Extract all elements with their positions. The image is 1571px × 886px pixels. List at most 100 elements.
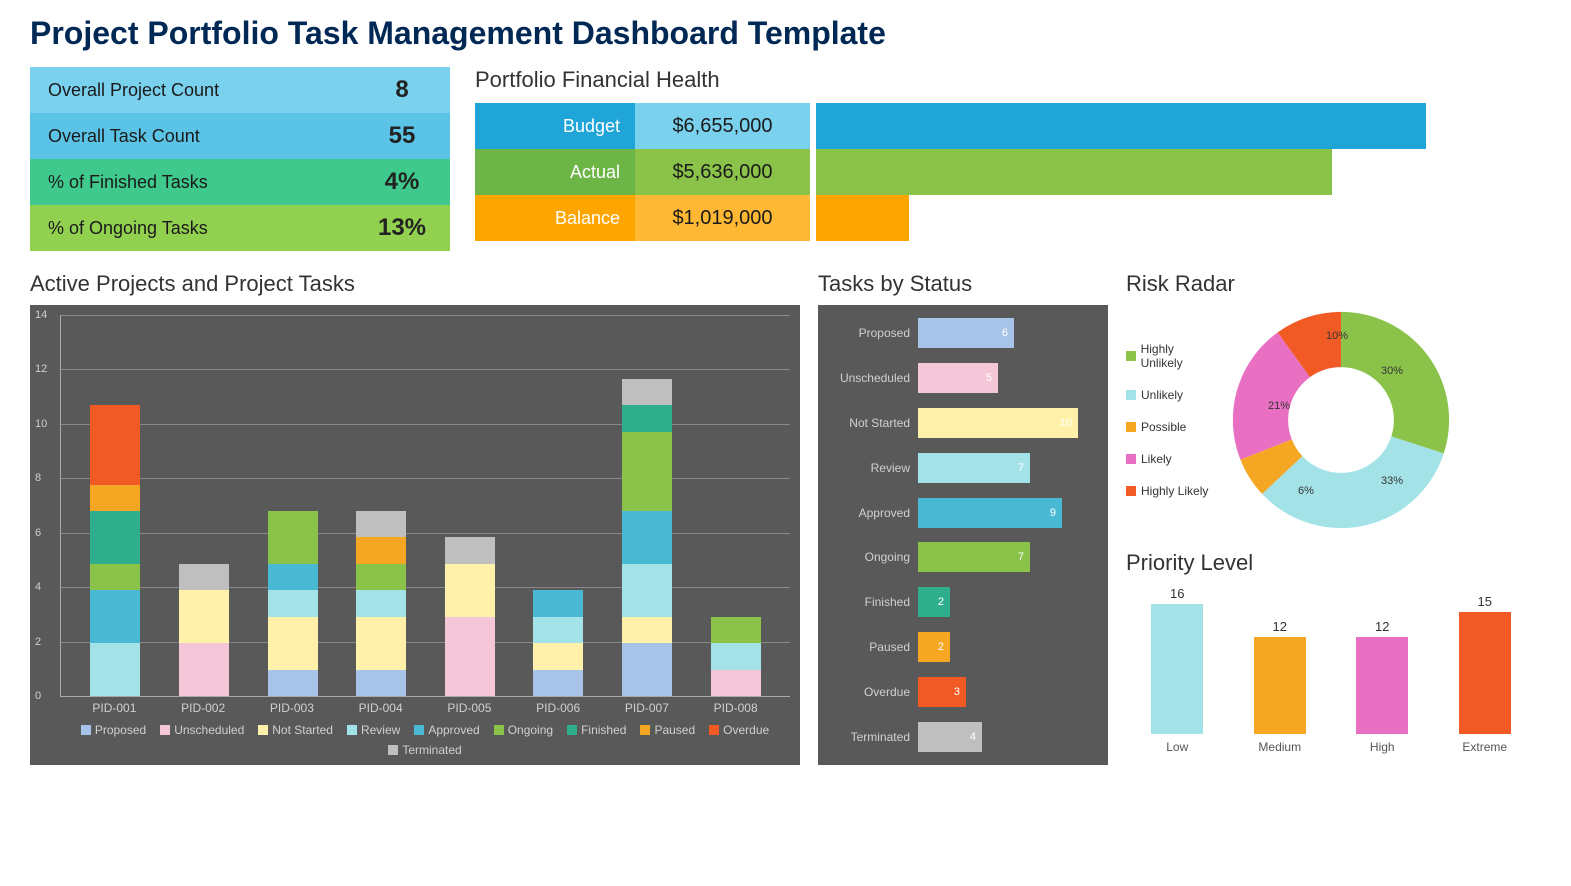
legend-item: Proposed xyxy=(81,723,146,737)
bar-segment xyxy=(356,670,406,696)
y-tick-label: 12 xyxy=(35,363,47,375)
status-bar: 6 xyxy=(918,318,1014,348)
legend-swatch xyxy=(567,725,577,735)
legend-label: Proposed xyxy=(95,723,146,737)
stacked-bar xyxy=(622,379,672,696)
page-title: Project Portfolio Task Management Dashbo… xyxy=(30,15,1541,52)
financial-row: Budget$6,655,000 xyxy=(475,103,1541,149)
bar-segment xyxy=(356,537,406,563)
status-label: Proposed xyxy=(828,326,918,340)
financial-value: $5,636,000 xyxy=(635,149,810,195)
bar-segment xyxy=(268,564,318,590)
y-tick-label: 6 xyxy=(35,527,41,539)
status-row: Ongoing7 xyxy=(828,538,1098,576)
bar-segment xyxy=(622,617,672,643)
status-chart-panel: Tasks by Status Proposed6Unscheduled5Not… xyxy=(818,271,1108,765)
status-bar: 2 xyxy=(918,632,950,662)
risk-legend-item: Highly Likely xyxy=(1126,484,1216,498)
legend-label: Unlikely xyxy=(1141,388,1183,402)
legend-label: Terminated xyxy=(402,743,461,757)
bar-segment xyxy=(622,511,672,564)
financial-row: Balance$1,019,000 xyxy=(475,195,1541,241)
bar-segment xyxy=(533,643,583,669)
stacked-bar xyxy=(533,590,583,696)
legend-item: Unscheduled xyxy=(160,723,244,737)
stacked-chart-panel: Active Projects and Project Tasks 024681… xyxy=(30,271,800,765)
donut-label: 21% xyxy=(1268,400,1290,412)
legend-swatch xyxy=(347,725,357,735)
risk-panel: Risk Radar Highly UnlikelyUnlikelyPossib… xyxy=(1126,271,1536,535)
financial-value: $6,655,000 xyxy=(635,103,810,149)
x-category-label: PID-001 xyxy=(89,701,139,715)
status-row: Terminated4 xyxy=(828,718,1098,756)
legend-label: Ongoing xyxy=(508,723,553,737)
legend-swatch xyxy=(1126,454,1136,464)
summary-row: % of Ongoing Tasks13% xyxy=(30,205,450,251)
bar-segment xyxy=(179,590,229,643)
status-label: Unscheduled xyxy=(828,371,918,385)
legend-item: Approved xyxy=(414,723,479,737)
bar-segment xyxy=(711,643,761,669)
legend-item: Review xyxy=(347,723,400,737)
legend-label: Likely xyxy=(1141,452,1172,466)
risk-legend: Highly UnlikelyUnlikelyPossibleLikelyHig… xyxy=(1126,342,1216,498)
legend-swatch xyxy=(1126,486,1136,496)
y-tick-label: 2 xyxy=(35,636,41,648)
priority-bar-col: 12 Medium xyxy=(1245,619,1315,755)
legend-label: Unscheduled xyxy=(174,723,244,737)
bar-segment xyxy=(622,405,672,431)
legend-swatch xyxy=(81,725,91,735)
summary-row: Overall Task Count55 xyxy=(30,113,450,159)
priority-bar xyxy=(1459,612,1511,734)
legend-swatch xyxy=(1126,422,1136,432)
bar-segment xyxy=(445,564,495,617)
summary-label: Overall Project Count xyxy=(48,80,219,101)
financial-label: Budget xyxy=(475,103,635,149)
bar-segment xyxy=(711,670,761,696)
legend-swatch xyxy=(414,725,424,735)
financial-label: Balance xyxy=(475,195,635,241)
priority-value: 12 xyxy=(1375,619,1389,634)
bar-segment xyxy=(268,590,318,616)
legend-item: Overdue xyxy=(709,723,769,737)
legend-item: Ongoing xyxy=(494,723,553,737)
summary-cards: Overall Project Count8Overall Task Count… xyxy=(30,67,450,251)
bar-segment xyxy=(268,670,318,696)
bar-segment xyxy=(268,511,318,564)
bar-segment xyxy=(711,617,761,643)
priority-label: Medium xyxy=(1258,740,1301,754)
financial-bar xyxy=(816,195,909,241)
priority-label: Low xyxy=(1166,740,1188,754)
bar-segment xyxy=(533,670,583,696)
donut-label: 30% xyxy=(1381,365,1403,377)
legend-swatch xyxy=(388,745,398,755)
status-chart-title: Tasks by Status xyxy=(818,271,1108,297)
legend-swatch xyxy=(709,725,719,735)
priority-panel: Priority Level 16Low12Medium12High15Extr… xyxy=(1126,550,1536,754)
donut-label: 10% xyxy=(1326,330,1348,342)
status-row: Finished2 xyxy=(828,583,1098,621)
financial-value: $1,019,000 xyxy=(635,195,810,241)
stacked-bar xyxy=(179,564,229,696)
bar-segment xyxy=(179,564,229,590)
status-bar: 3 xyxy=(918,677,966,707)
stacked-chart-title: Active Projects and Project Tasks xyxy=(30,271,800,297)
risk-title: Risk Radar xyxy=(1126,271,1536,297)
priority-bar-col: 12High xyxy=(1347,619,1417,755)
summary-value: 55 xyxy=(372,122,432,150)
stacked-bar xyxy=(711,617,761,696)
status-bar: 2 xyxy=(918,587,950,617)
priority-value: 12 xyxy=(1273,619,1287,634)
risk-legend-item: Possible xyxy=(1126,420,1216,434)
legend-item: Not Started xyxy=(258,723,333,737)
summary-row: % of Finished Tasks4% xyxy=(30,159,450,205)
legend-label: Review xyxy=(361,723,400,737)
legend-label: Possible xyxy=(1141,420,1186,434)
priority-chart: 16Low12Medium12High15Extreme xyxy=(1126,584,1536,754)
donut-label: 6% xyxy=(1298,485,1314,497)
bar-segment xyxy=(90,590,140,643)
stacked-chart: 02468101214 PID-001PID-002PID-003PID-004… xyxy=(30,305,800,765)
status-label: Review xyxy=(828,461,918,475)
bar-segment xyxy=(356,564,406,590)
status-label: Not Started xyxy=(828,416,918,430)
